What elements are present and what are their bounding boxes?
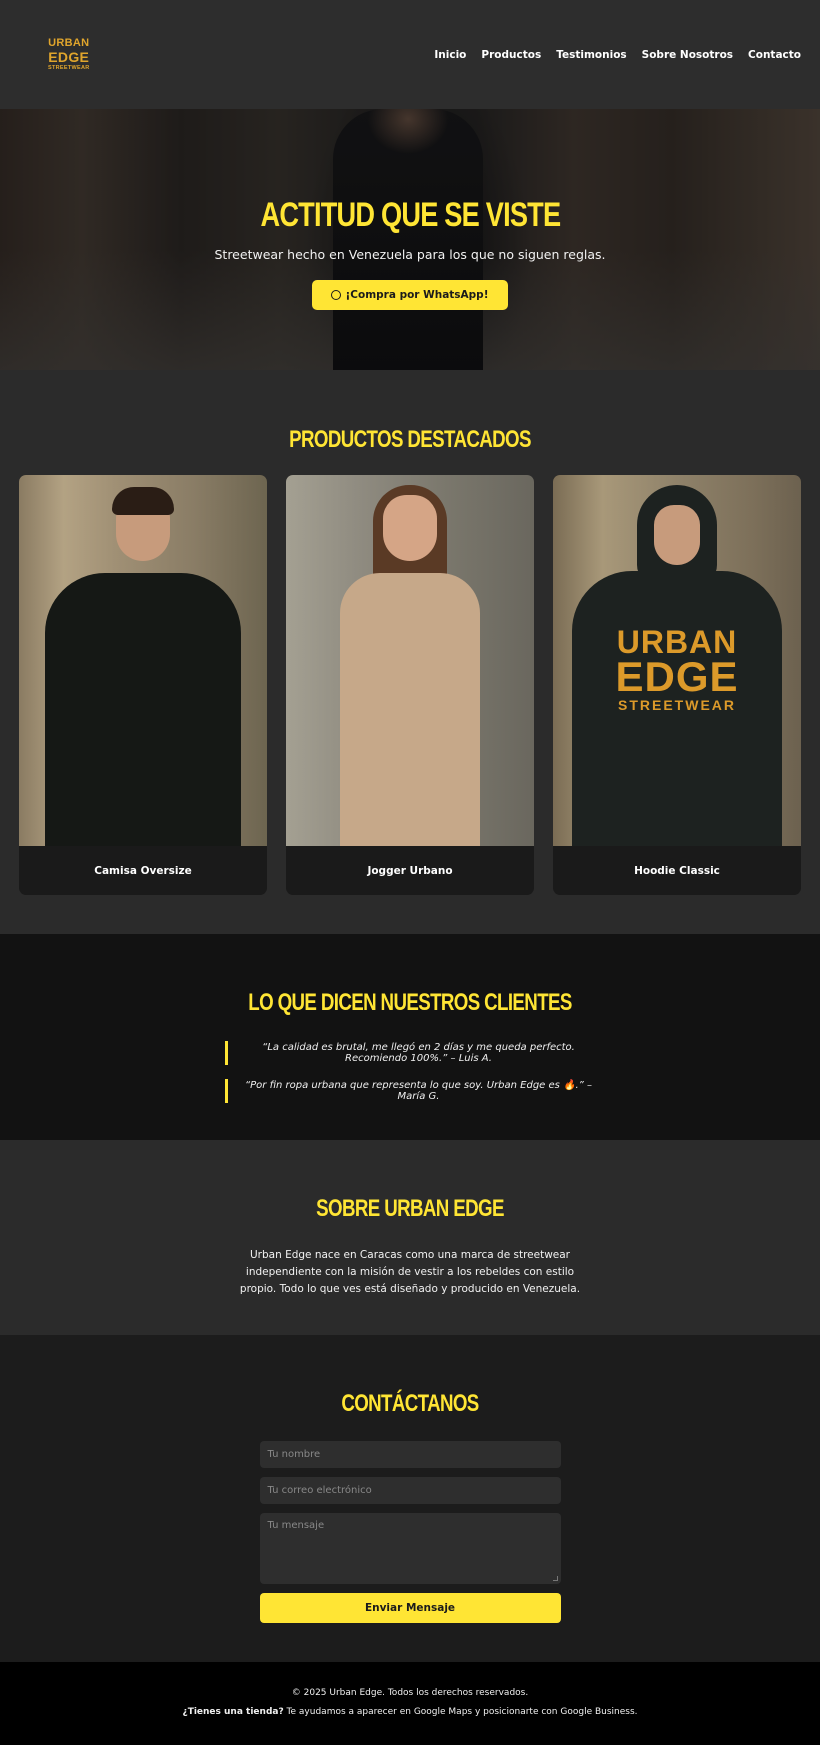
message-textarea[interactable]: Tu mensaje <box>259 1513 561 1584</box>
contact-form: Tu nombre Tu correo electrónico Tu mensa… <box>259 1441 561 1623</box>
product-name: Camisa Oversize <box>94 864 192 877</box>
testimonial-quote: “Por fin ropa urbana que representa lo q… <box>225 1079 595 1103</box>
nav-sobre-nosotros[interactable]: Sobre Nosotros <box>642 49 733 61</box>
site-header: URBAN EDGE STREETWEAR Inicio Productos T… <box>0 0 820 109</box>
site-footer: © 2025 Urban Edge. Todos los derechos re… <box>0 1662 820 1745</box>
hero-subtitle: Streetwear hecho en Venezuela para los q… <box>214 247 606 262</box>
copyright-text: © 2025 Urban Edge. Todos los derechos re… <box>291 1688 529 1698</box>
hero-title: ACTITUD QUE SE VISTE <box>260 196 561 234</box>
products-section: PRODUCTOS DESTACADOS Camisa Oversize Jog… <box>0 370 820 934</box>
logo-line3: STREETWEAR <box>48 64 90 71</box>
brand-logo[interactable]: URBAN EDGE STREETWEAR <box>48 36 90 72</box>
nav-inicio[interactable]: Inicio <box>434 49 466 61</box>
whatsapp-buy-button[interactable]: ¡Compra por WhatsApp! <box>312 280 508 310</box>
footer-cta: ¿Tienes una tienda? Te ayudamos a aparec… <box>0 1707 820 1717</box>
about-text: Urban Edge nace en Caracas como una marc… <box>239 1249 581 1295</box>
nav-contacto[interactable]: Contacto <box>748 49 801 61</box>
contact-title: CONTÁCTANOS <box>341 1390 479 1417</box>
product-card-hoodie-classic[interactable]: URBAN EDGE STREETWEAR Hoodie Classic <box>553 475 801 895</box>
product-grid: Camisa Oversize Jogger Urbano URBAN EDGE… <box>0 475 820 895</box>
hero-content: ACTITUD QUE SE VISTE Streetwear hecho en… <box>0 109 820 310</box>
footer-cta-text: Te ayudamos a aparecer en Google Maps y … <box>283 1707 638 1717</box>
message-placeholder: Tu mensaje <box>267 1520 325 1531</box>
main-nav: Inicio Productos Testimonios Sobre Nosot… <box>434 49 801 61</box>
about-section: SOBRE URBAN EDGE Urban Edge nace en Cara… <box>0 1140 820 1335</box>
product-image-jogger <box>286 475 534 846</box>
product-card-jogger-urbano[interactable]: Jogger Urbano <box>286 475 534 895</box>
resize-handle-icon[interactable] <box>552 1576 558 1581</box>
name-input[interactable]: Tu nombre <box>259 1441 561 1468</box>
testimonials-section: LO QUE DICEN NUESTROS CLIENTES “La calid… <box>0 934 820 1140</box>
footer-cta-bold: ¿Tienes una tienda? <box>182 1707 284 1717</box>
hoodie-print: URBAN EDGE STREETWEAR <box>615 624 739 714</box>
contact-section: CONTÁCTANOS Tu nombre Tu correo electrón… <box>0 1335 820 1662</box>
logo-line2: EDGE <box>48 48 90 65</box>
email-input[interactable]: Tu correo electrónico <box>259 1477 561 1504</box>
testimonial-quote: “La calidad es brutal, me llegó en 2 día… <box>225 1041 595 1065</box>
nav-productos[interactable]: Productos <box>481 49 541 61</box>
product-image-hoodie: URBAN EDGE STREETWEAR <box>553 475 801 846</box>
nav-testimonios[interactable]: Testimonios <box>556 49 626 61</box>
products-title: PRODUCTOS DESTACADOS <box>289 426 531 453</box>
whatsapp-icon <box>331 290 342 300</box>
testimonial-list: “La calidad es brutal, me llegó en 2 día… <box>225 1041 595 1103</box>
testimonials-title: LO QUE DICEN NUESTROS CLIENTES <box>248 989 572 1016</box>
product-name: Jogger Urbano <box>367 864 453 877</box>
product-name: Hoodie Classic <box>634 864 720 877</box>
product-image-camisa <box>19 475 267 846</box>
send-message-button[interactable]: Enviar Mensaje <box>259 1593 561 1623</box>
about-title: SOBRE URBAN EDGE <box>316 1195 504 1222</box>
logo-line1: URBAN <box>48 36 90 49</box>
product-card-camisa-oversize[interactable]: Camisa Oversize <box>19 475 267 895</box>
whatsapp-button-label: ¡Compra por WhatsApp! <box>345 289 489 301</box>
hero-section: ACTITUD QUE SE VISTE Streetwear hecho en… <box>0 109 820 370</box>
